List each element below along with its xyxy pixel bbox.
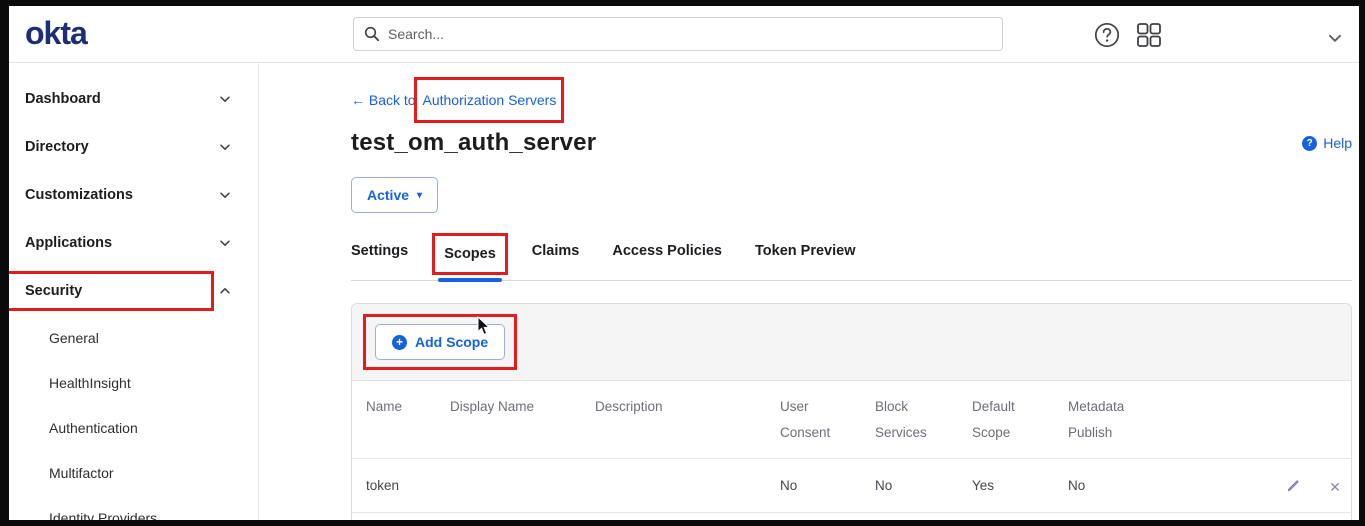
table-row: openid openid Signals that a request is … [352,513,1352,526]
search-icon [364,26,380,42]
column-header-metadata-publish: MetadataPublish [1068,381,1202,459]
tab-claims[interactable]: Claims [532,243,580,280]
column-header-display-name: Display Name [450,381,595,459]
cell-display-name: openid [450,513,595,526]
cell-metadata-publish: Yes [1068,513,1202,526]
sidebar-item-directory[interactable]: Directory [9,123,258,171]
okta-admin-window: okta [0,0,1365,526]
cell-name: openid [352,513,450,526]
back-to-authorization-servers-link[interactable]: ← Back to Authorization Servers [351,92,559,108]
tab-bar: Settings Scopes Claims Access Policies T… [351,243,1352,281]
cell-default-scope: Yes [972,459,1068,513]
sidebar-item-label: Security [25,283,82,299]
account-chevron-down-icon[interactable] [1321,24,1349,52]
scopes-toolbar: + Add Scope [352,304,1351,381]
sidebar-item-multifactor[interactable]: Multifactor [9,450,258,495]
column-header-actions [1202,381,1352,459]
breadcrumb: ← Back to Authorization Servers [351,89,1352,111]
cell-display-name [450,459,595,513]
sidebar-item-authentication[interactable]: Authentication [9,405,258,450]
cell-block-services: No [875,459,972,513]
main-content: ← Back to Authorization Servers test_om_… [259,63,1359,520]
sidebar-item-security[interactable]: Security [9,267,258,315]
scopes-card: + Add Scope [351,303,1352,526]
search-box[interactable] [353,17,1003,51]
sidebar-item-dashboard[interactable]: Dashboard [9,75,258,123]
annotation-box-scopes: Scopes [432,233,508,275]
annotation-box-add-scope: + Add Scope [363,314,517,370]
chevron-down-icon [218,92,232,106]
sidebar-item-general[interactable]: General [9,315,258,360]
cell-name: token [352,459,450,513]
delete-x-icon[interactable]: ✕ [1326,478,1344,496]
chevron-up-icon [218,284,232,298]
add-scope-button[interactable]: + Add Scope [375,324,505,360]
column-header-block-services: BlockServices [875,381,972,459]
sidebar-subitem-label: HealthInsight [49,375,131,391]
sidebar-subitem-label: Authentication [49,420,138,436]
column-header-user-consent: UserConsent [780,381,875,459]
tab-settings[interactable]: Settings [351,243,408,280]
annotation-box-authorization-servers: Authorization Servers [414,77,564,123]
cell-user-consent: No [780,459,875,513]
cell-description [595,459,780,513]
page-title: test_om_auth_server [351,129,596,157]
sidebar-item-healthinsight[interactable]: HealthInsight [9,360,258,405]
column-header-description: Description [595,381,780,459]
top-bar: okta [9,6,1359,63]
sidebar-item-label: Applications [25,235,112,251]
sidebar-item-applications[interactable]: Applications [9,219,258,267]
sidebar-nav: Dashboard Directory Customizations Appli… [9,63,259,520]
tab-scopes[interactable]: Scopes [441,243,499,280]
sidebar-item-label: Dashboard [25,91,101,107]
sidebar-subitem-label: Multifactor [49,465,114,481]
apps-grid-icon[interactable] [1135,21,1163,49]
status-dropdown-button[interactable]: Active ▾ [351,177,438,213]
okta-logo[interactable]: okta [25,15,87,52]
chevron-down-icon [218,140,232,154]
cell-user-consent: No [780,513,875,526]
search-input[interactable] [388,26,992,42]
tab-token-preview[interactable]: Token Preview [755,243,855,280]
tab-access-policies[interactable]: Access Policies [612,243,722,280]
sidebar-item-identity-providers[interactable]: Identity Providers [9,495,258,526]
chevron-down-icon [218,188,232,202]
column-header-name: Name [352,381,450,459]
cell-description: Signals that a request is [595,513,780,526]
column-header-default-scope: DefaultScope [972,381,1068,459]
cell-default-scope: No [972,513,1068,526]
edit-pencil-icon[interactable] [1284,475,1302,493]
sidebar-subitem-label: Identity Providers [49,510,157,526]
help-icon[interactable] [1093,21,1121,49]
help-badge-icon: ? [1302,136,1317,151]
table-row: token No No Yes No [352,459,1352,513]
table-header-row: Name Display Name Description UserConsen… [352,381,1352,459]
cell-metadata-publish: No [1068,459,1202,513]
scopes-table: Name Display Name Description UserConsen… [352,381,1352,526]
cell-block-services: No [875,513,972,526]
back-arrow-icon: ← [351,92,365,108]
caret-down-icon: ▾ [417,190,422,201]
sidebar-item-customizations[interactable]: Customizations [9,171,258,219]
chevron-down-icon [218,236,232,250]
plus-icon: + [392,335,407,350]
sidebar-subitem-label: General [49,330,99,346]
help-link[interactable]: ? Help [1302,135,1352,151]
sidebar-item-label: Customizations [25,187,133,203]
sidebar-item-label: Directory [25,139,89,155]
